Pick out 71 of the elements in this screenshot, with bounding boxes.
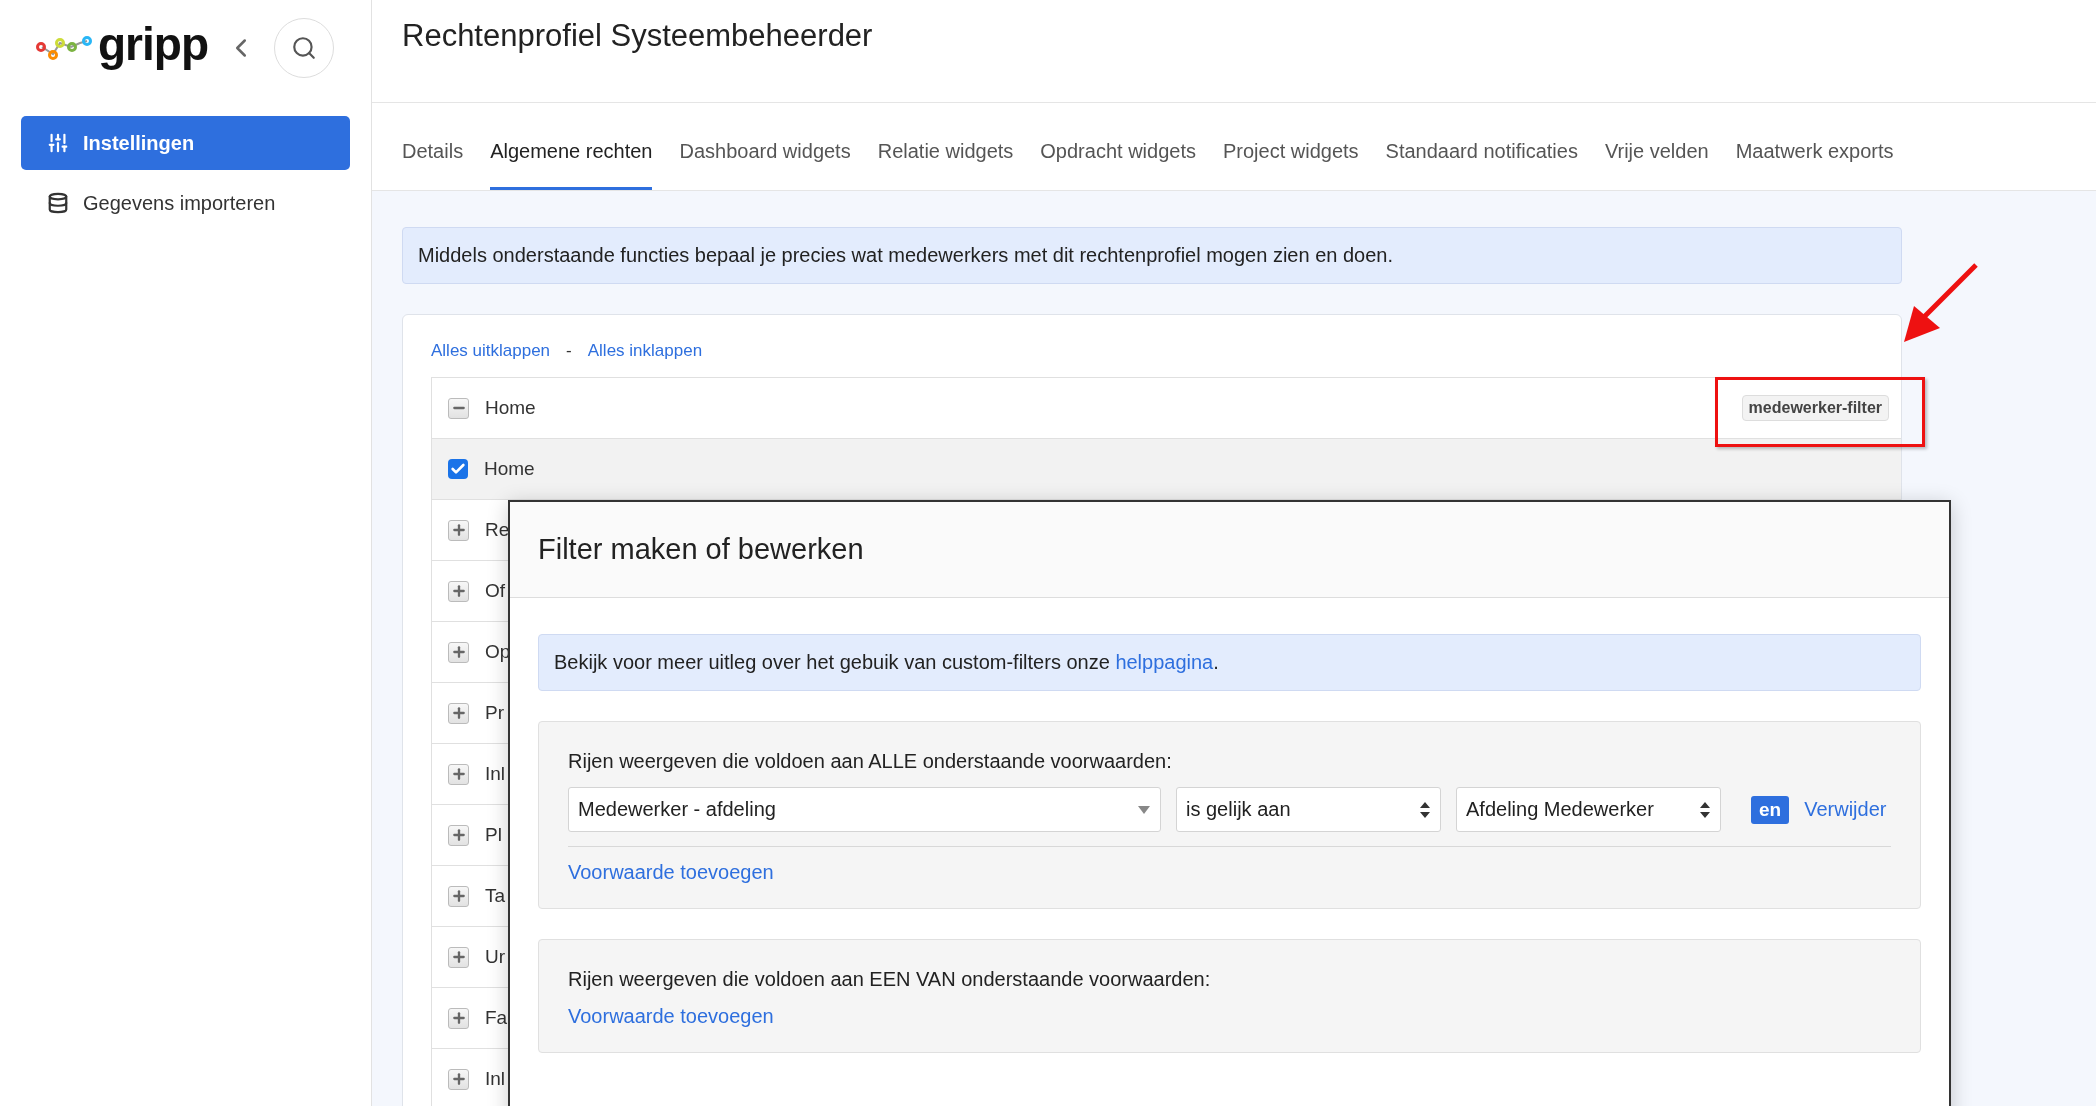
checkbox[interactable]	[448, 459, 468, 479]
tab[interactable]: Project widgets	[1222, 140, 1359, 190]
plus-icon	[450, 705, 467, 721]
collapse-all-link[interactable]: Alles inklappen	[587, 341, 703, 361]
expand-toggle[interactable]	[448, 885, 469, 907]
filter-tag[interactable]: medewerker-filter	[1741, 395, 1889, 421]
conditions-label: Rijen weergeven die voldoen aan EEN VAN onderstaande voorwaarden:	[568, 968, 1212, 991]
add-condition-link[interactable]: Voorwaarde toevoegen	[568, 1005, 774, 1028]
expand-toggle[interactable]	[448, 641, 469, 663]
separator-text: -	[566, 341, 572, 361]
logo-icon	[36, 35, 92, 61]
row-label: Of	[485, 580, 506, 602]
plus-icon	[450, 766, 467, 782]
expand-toggle[interactable]	[448, 1068, 469, 1090]
tab[interactable]: Standaard notificaties	[1385, 140, 1578, 190]
tab[interactable]: Vrije velden	[1604, 140, 1709, 190]
conditions-label: Rijen weergeven die voldoen aan ALLE onderstaande voorwaarden:	[568, 750, 1173, 773]
plus-icon	[450, 583, 467, 599]
collapse-toggle[interactable]	[448, 397, 469, 419]
row-label: Ta	[485, 885, 506, 907]
combobox-field[interactable]: Medewerker - afdeling	[568, 787, 1161, 832]
info-banner: Middels onderstaande functies bepaal je precies wat medewerkers met dit rechtenprofiel mogen zien en doen.	[402, 227, 1902, 284]
row-label: Fa	[485, 1007, 508, 1029]
expand-toggle[interactable]	[448, 702, 469, 724]
sidebar-item[interactable]: Instellingen	[21, 116, 350, 170]
sidebar-item-label: Gegevens importeren	[83, 191, 276, 215]
dialog-title: Filter maken of bewerken	[538, 533, 864, 566]
page-title: Rechtenprofiel Systeembeheerder	[402, 18, 874, 54]
connector-label: en	[1751, 795, 1790, 824]
select-field[interactable]: Afdeling Medewerker	[1456, 787, 1721, 832]
expand-toggle[interactable]	[448, 1007, 469, 1029]
tab[interactable]: Relatie widgets	[877, 140, 1014, 190]
row-label: Ur	[485, 946, 506, 968]
select-field[interactable]: is gelijk aan	[1176, 787, 1441, 832]
row-label: Home	[484, 458, 535, 480]
tab[interactable]: Opdracht widgets	[1040, 140, 1196, 190]
row-label: Pl	[485, 824, 502, 846]
expand-toggle[interactable]	[448, 824, 469, 846]
sort-arrows-icon	[1700, 801, 1710, 818]
sidebar-item-label: Instellingen	[83, 131, 195, 155]
row-label: Pr	[485, 702, 504, 724]
tab[interactable]: Details	[402, 140, 464, 190]
plus-icon	[450, 1010, 467, 1026]
help-info-text: Bekijk voor meer uitleg over het gebuik van custom-filters onze helppagina.	[538, 634, 1921, 691]
expand-toggle[interactable]	[448, 946, 469, 968]
help-page-link[interactable]: helppagina	[1115, 651, 1214, 673]
plus-icon	[450, 644, 467, 660]
row-label: Home	[485, 397, 536, 419]
sliders-icon	[47, 132, 69, 154]
tab[interactable]: Dashboard widgets	[679, 140, 851, 190]
gripp-logo: gripp	[98, 21, 208, 72]
plus-icon	[450, 949, 467, 965]
plus-icon	[450, 522, 467, 538]
database-icon	[47, 192, 69, 214]
check-icon	[450, 461, 466, 477]
row-label: Re	[485, 519, 510, 541]
expand-toggle[interactable]	[448, 519, 469, 541]
row-label: Inl	[485, 1068, 506, 1090]
expand-toggle[interactable]	[448, 763, 469, 785]
sort-arrows-icon	[1420, 801, 1430, 818]
search-icon	[291, 35, 317, 61]
add-condition-link[interactable]: Voorwaarde toevoegen	[568, 861, 774, 884]
expand-toggle[interactable]	[448, 580, 469, 602]
plus-icon	[450, 1071, 467, 1087]
tab[interactable]: Maatwerk exports	[1735, 140, 1894, 190]
plus-icon	[450, 827, 467, 843]
sidebar-item[interactable]: Gegevens importeren	[21, 176, 350, 230]
remove-link[interactable]: Verwijder	[1804, 798, 1887, 821]
expand-all-link[interactable]: Alles uitklappen	[431, 341, 551, 361]
row-label: Inl	[485, 763, 506, 785]
plus-icon	[450, 888, 467, 904]
